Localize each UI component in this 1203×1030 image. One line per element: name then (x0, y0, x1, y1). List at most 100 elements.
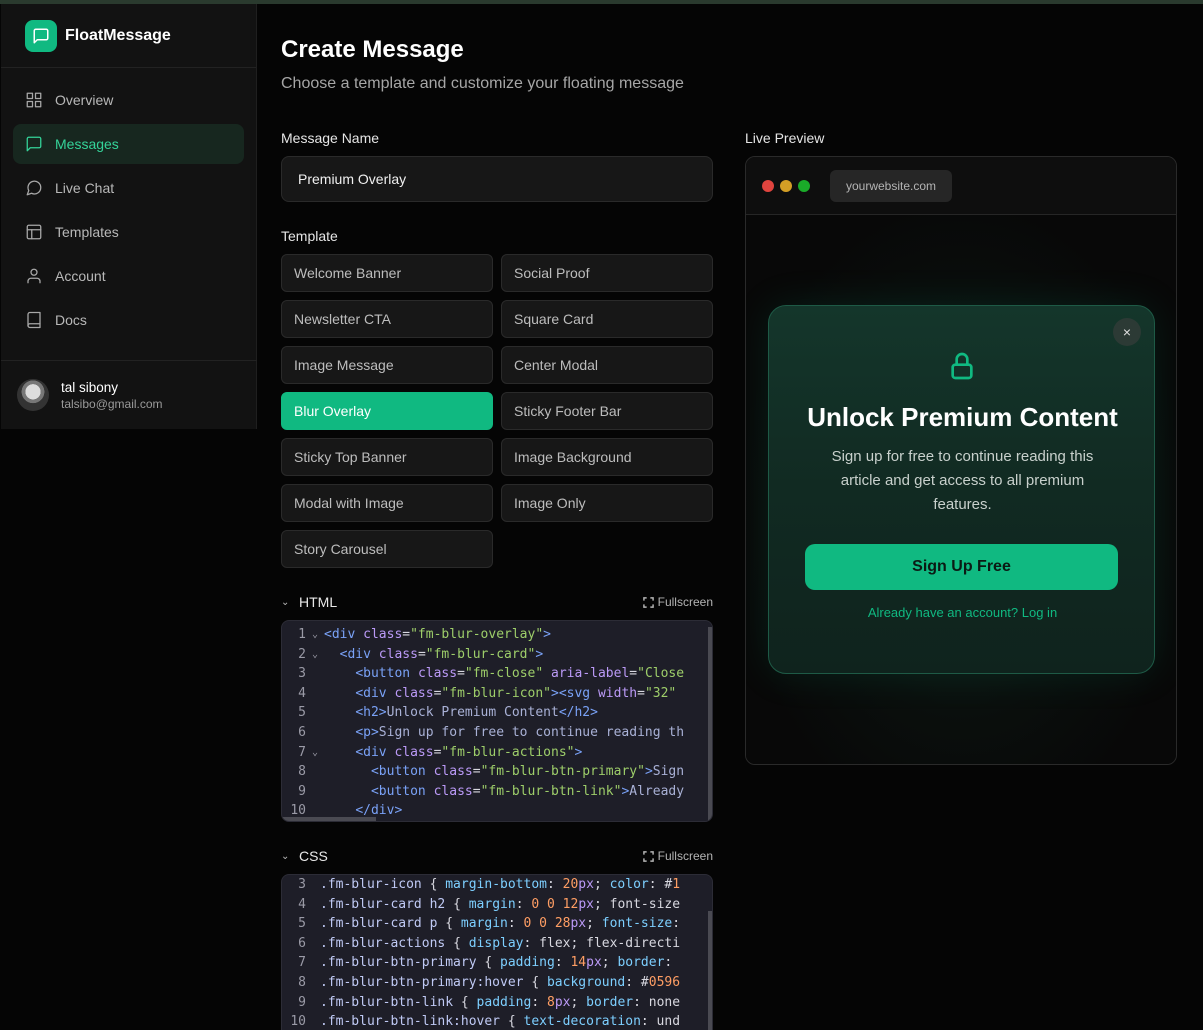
sign-up-button[interactable]: Sign Up Free (805, 544, 1118, 590)
fold-chevron-icon[interactable]: ⌄ (306, 625, 324, 645)
line-number: 9 (298, 994, 306, 1010)
line-number: 4 (298, 685, 306, 701)
sidebar-item-live-chat[interactable]: Live Chat (13, 168, 244, 208)
template-social-proof[interactable]: Social Proof (501, 254, 713, 292)
html-fullscreen-button[interactable]: Fullscreen (642, 595, 713, 609)
fold-gutter (306, 895, 320, 915)
line-number: 3 (298, 877, 306, 892)
line-number: 10 (290, 1014, 306, 1030)
page-title: Create Message (281, 36, 464, 63)
fullscreen-icon (642, 596, 654, 608)
css-fullscreen-button[interactable]: Fullscreen (642, 849, 713, 863)
code-line[interactable]: 9 .fm-blur-btn-link { padding: 8px; borde… (282, 993, 712, 1013)
login-link[interactable]: Already have an account? Log in (769, 605, 1156, 620)
fold-chevron-icon[interactable]: ⌄ (306, 645, 324, 665)
code-text: .fm-blur-btn-primary:hover { background:… (320, 974, 681, 990)
layout-icon (26, 224, 42, 240)
book-icon (27, 311, 41, 329)
sidebar-item-label: Docs (55, 312, 87, 328)
user-email: talsibo@gmail.com (61, 396, 163, 411)
template-modal-with-image[interactable]: Modal with Image (281, 484, 493, 522)
template-sticky-top-banner[interactable]: Sticky Top Banner (281, 438, 493, 476)
code-line[interactable]: 7 .fm-blur-btn-primary { padding: 14px; b… (282, 953, 712, 973)
code-text: <p>Sign up for free to continue reading … (355, 724, 685, 740)
code-line[interactable]: 7 ⌄ <div class="fm-blur-actions"> (282, 743, 712, 763)
message-name-label: Message Name (281, 130, 380, 146)
fullscreen-label: Fullscreen (657, 849, 713, 863)
code-line[interactable]: 8 <button class="fm-blur-btn-primary">Si… (282, 762, 712, 782)
blur-card: × Unlock Premium Content Sign up for fre… (768, 305, 1155, 674)
code-line[interactable]: 6 <p>Sign up for free to continue readin… (282, 723, 712, 743)
page-subtitle: Choose a template and customize your flo… (281, 75, 684, 92)
sidebar-item-label: Live Chat (55, 180, 115, 196)
fold-gutter (306, 973, 320, 993)
vertical-scrollbar[interactable] (708, 911, 712, 1030)
fold-gutter (306, 914, 320, 934)
fold-gutter (306, 1012, 320, 1030)
user-info: tal sibony talsibo@gmail.com (61, 380, 163, 411)
message-name-input[interactable] (281, 156, 713, 202)
sidebar-item-label: Overview (55, 92, 114, 108)
code-line[interactable]: 2 ⌄ <div class="fm-blur-card"> (282, 645, 712, 665)
html-code-editor[interactable]: 1 ⌄ <div class="fm-blur-overlay"> 2 ⌄ <div c… (281, 620, 713, 822)
close-button[interactable]: × (1113, 318, 1141, 346)
code-line[interactable]: 4 .fm-blur-card h2 { margin: 0 0 12px; fo… (282, 895, 712, 915)
live-preview-label: Live Preview (745, 130, 825, 146)
message-square-icon (26, 136, 42, 152)
sidebar-item-messages[interactable]: Messages (13, 124, 244, 164)
css-section-title[interactable]: CSS (299, 848, 328, 864)
code-text: <button class="fm-blur-btn-primary">Sign (370, 764, 685, 780)
line-number: 1 (298, 627, 306, 642)
html-section-title[interactable]: HTML (299, 594, 337, 610)
template-sticky-footer-bar[interactable]: Sticky Footer Bar (501, 392, 713, 430)
sidebar-item-templates[interactable]: Templates (13, 212, 244, 252)
code-text: <button class="fm-blur-btn-link">Already (370, 783, 685, 799)
vertical-scrollbar[interactable] (708, 627, 712, 821)
code-text: .fm-blur-actions { display: flex; flex-d… (320, 935, 681, 951)
horizontal-scrollbar[interactable] (282, 817, 376, 821)
code-line[interactable]: 6 .fm-blur-actions { display: flex; flex-… (282, 934, 712, 954)
line-number: 5 (298, 705, 306, 721)
template-newsletter-cta[interactable]: Newsletter CTA (281, 300, 493, 338)
sidebar-item-docs[interactable]: Docs (13, 300, 244, 340)
template-image-message[interactable]: Image Message (281, 346, 493, 384)
code-line[interactable]: 3 <button class="fm-close" aria-label="C… (282, 664, 712, 684)
code-line[interactable]: 5 .fm-blur-card p { margin: 0 0 28px; fon… (282, 914, 712, 934)
html-section-header: ⌄ HTML Fullscreen (281, 592, 713, 612)
template-image-only[interactable]: Image Only (501, 484, 713, 522)
sidebar-item-label: Account (55, 268, 106, 284)
card-title: Unlock Premium Content (807, 402, 1118, 432)
code-line[interactable]: 3 .fm-blur-icon { margin-bottom: 20px; co… (282, 875, 712, 895)
avatar (17, 379, 49, 411)
code-line[interactable]: 10 .fm-blur-btn-link:hover { text-decorat… (282, 1012, 712, 1030)
code-line[interactable]: 5 <h2>Unlock Premium Content</h2> (282, 703, 712, 723)
fold-gutter (306, 875, 320, 895)
card-text: Sign up for free to continue reading thi… (831, 448, 1094, 513)
template-welcome-banner[interactable]: Welcome Banner (281, 254, 493, 292)
minimize-dot-icon (780, 179, 792, 192)
code-line[interactable]: 1 ⌄ <div class="fm-blur-overlay"> (282, 625, 712, 645)
chevron-down-icon[interactable]: ⌄ (281, 851, 299, 862)
code-text: .fm-blur-btn-link { padding: 8px; border… (320, 994, 681, 1010)
template-image-background[interactable]: Image Background (501, 438, 713, 476)
template-story-carousel[interactable]: Story Carousel (281, 530, 493, 568)
code-line[interactable]: 9 <button class="fm-blur-btn-link">Alrea… (282, 782, 712, 802)
fold-gutter (306, 934, 320, 954)
template-square-card[interactable]: Square Card (501, 300, 713, 338)
sidebar-item-account[interactable]: Account (13, 256, 244, 296)
sidebar-item-overview[interactable]: Overview (13, 80, 244, 120)
brand[interactable]: FloatMessage (1, 4, 256, 68)
user-profile[interactable]: tal sibony talsibo@gmail.com (1, 360, 257, 429)
code-line[interactable]: 8 .fm-blur-btn-primary:hover { background… (282, 973, 712, 993)
live-preview: yourwebsite.com × Unlock Premium Content… (745, 156, 1177, 765)
url-bar: yourwebsite.com (830, 169, 953, 202)
code-line[interactable]: 4 <div class="fm-blur-icon"><svg width="… (282, 684, 712, 704)
fold-gutter (306, 782, 324, 802)
grid-icon (26, 92, 42, 108)
template-center-modal[interactable]: Center Modal (501, 346, 713, 384)
chevron-down-icon[interactable]: ⌄ (281, 597, 299, 608)
css-code-editor[interactable]: 3 .fm-blur-icon { margin-bottom: 20px; co… (281, 874, 713, 1030)
fold-chevron-icon[interactable]: ⌄ (306, 743, 324, 763)
template-blur-overlay[interactable]: Blur Overlay (281, 392, 493, 430)
line-number: 3 (298, 666, 306, 682)
